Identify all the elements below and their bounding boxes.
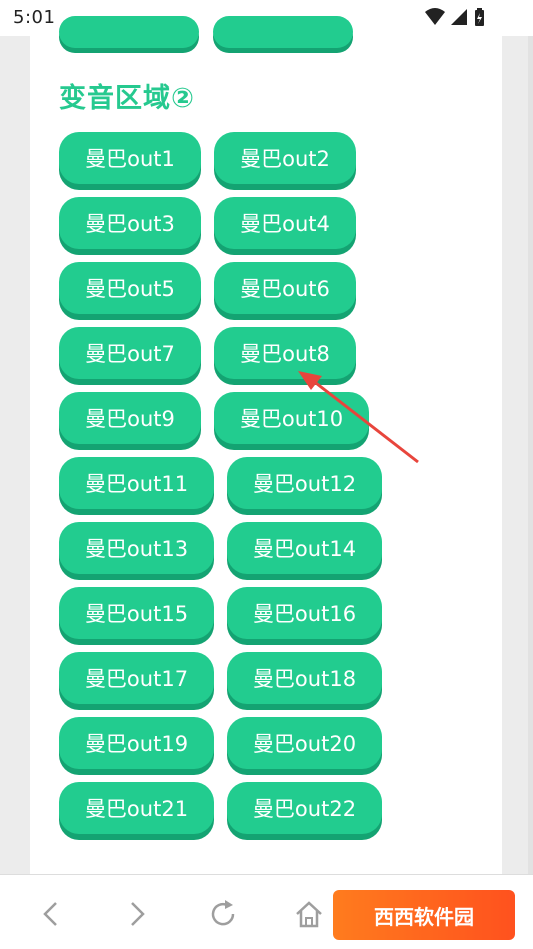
status-icons [425, 8, 484, 26]
sound-button[interactable]: 曼巴out18 [227, 652, 382, 704]
sound-button[interactable]: 曼巴out10 [214, 392, 369, 444]
section-title: 变音区域② [59, 83, 195, 114]
sound-button[interactable]: 曼巴out3 [59, 197, 201, 249]
sound-button[interactable]: 曼巴out7 [59, 327, 201, 379]
sound-button[interactable]: 曼巴out17 [59, 652, 214, 704]
home-icon[interactable] [292, 897, 326, 931]
scrollbar[interactable] [528, 36, 533, 874]
watermark-logo: 西西软件园 [333, 890, 515, 940]
sound-button[interactable]: 曼巴out9 [59, 392, 201, 444]
sound-button[interactable]: 曼巴out19 [59, 717, 214, 769]
sound-button[interactable]: 曼巴out15 [59, 587, 214, 639]
wifi-icon [425, 8, 445, 25]
sound-button[interactable]: 曼巴out2 [214, 132, 356, 184]
back-icon[interactable] [34, 897, 68, 931]
sound-button[interactable]: 曼巴out22 [227, 782, 382, 834]
sound-button[interactable]: 曼巴out14 [227, 522, 382, 574]
battery-icon [475, 8, 484, 26]
signal-icon [451, 9, 467, 25]
sound-button[interactable]: 曼巴out8 [214, 327, 356, 379]
sound-button[interactable]: 曼巴out20 [227, 717, 382, 769]
content-card: 变音区域② 曼巴out1 曼巴out2 曼巴out3 曼巴out4 曼巴out5 曼巴ou… [30, 16, 502, 874]
sound-button[interactable]: 曼巴out1 [59, 132, 201, 184]
sound-button[interactable]: 曼巴out21 [59, 782, 214, 834]
sound-button[interactable]: 曼巴out6 [214, 262, 356, 314]
status-time: 5:01 [13, 7, 56, 28]
partial-button[interactable] [213, 16, 353, 48]
sound-button[interactable]: 曼巴out11 [59, 457, 214, 509]
reload-icon[interactable] [206, 897, 240, 931]
sound-button[interactable]: 曼巴out4 [214, 197, 356, 249]
watermark-text: 西西软件园 [374, 904, 474, 929]
partial-button[interactable] [59, 16, 199, 48]
sound-button[interactable]: 曼巴out12 [227, 457, 382, 509]
sound-button[interactable]: 曼巴out16 [227, 587, 382, 639]
sound-button[interactable]: 曼巴out13 [59, 522, 214, 574]
sound-button[interactable]: 曼巴out5 [59, 262, 201, 314]
forward-icon[interactable] [120, 897, 154, 931]
